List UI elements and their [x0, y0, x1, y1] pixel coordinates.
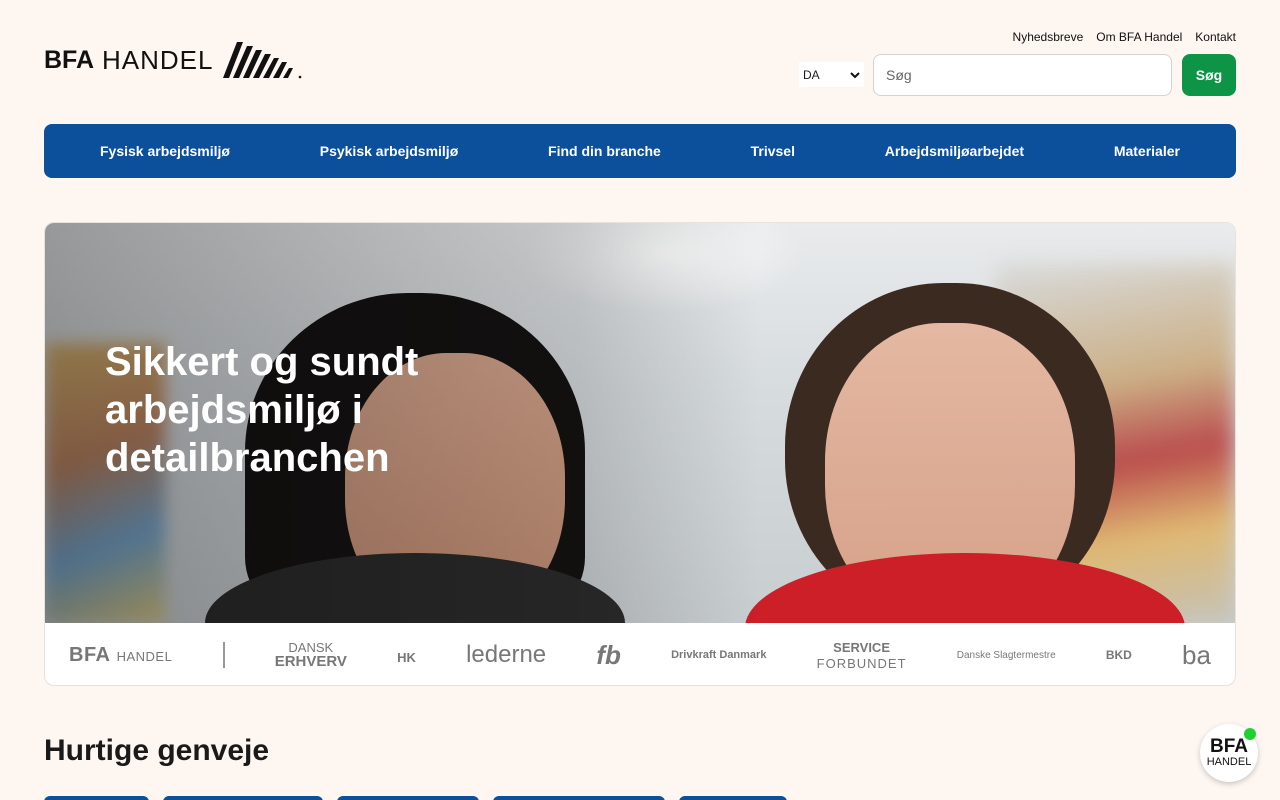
logo-stripes-icon [223, 42, 302, 79]
logo-bfa-text: BFA [44, 45, 94, 74]
hero-image: Sikkert og sundt arbejdsmiljø i detailbr… [45, 223, 1235, 623]
search-button[interactable]: Søg [1182, 54, 1236, 96]
language-value: DA [803, 67, 820, 82]
nav-item-fysisk[interactable]: Fysisk arbejdsmiljø [100, 143, 230, 159]
chat-bfa-text: BFA [1210, 736, 1248, 757]
main-nav: Fysisk arbejdsmiljø Psykisk arbejdsmiljø… [44, 124, 1236, 178]
partner-bkd-logo[interactable]: BKD [1106, 648, 1132, 662]
forbundet-text: FORBUNDET [816, 656, 907, 671]
shortcut-tab[interactable] [337, 796, 479, 800]
newsletter-link[interactable]: Nyhedsbreve [1013, 30, 1084, 44]
shortcut-tab[interactable] [679, 796, 787, 800]
logo-handel-text: HANDEL [102, 44, 214, 75]
partner-bfa-logo[interactable]: BFA HANDEL [69, 644, 172, 667]
nav-item-branche[interactable]: Find din branche [548, 143, 661, 159]
online-status-dot [1244, 728, 1256, 740]
partner-faellesforbundet-logo[interactable]: fb [596, 640, 621, 671]
hk-text: HK [397, 650, 416, 665]
hero-card: Sikkert og sundt arbejdsmiljø i detailbr… [44, 222, 1236, 686]
search-input[interactable] [873, 54, 1172, 96]
partner-dansk-erhverv-logo[interactable]: DANSK ERHVERV [274, 641, 347, 670]
partner-hk-logo[interactable]: HK [397, 642, 416, 668]
partner-bfa-text: BFA [69, 643, 111, 666]
partner-logos: BFA HANDEL DANSK ERHVERV HK lederne fb Dr… [45, 623, 1235, 685]
partner-divider [222, 642, 225, 668]
partner-ba-logo[interactable]: ba [1182, 640, 1211, 671]
partner-drivkraft-logo[interactable]: Drivkraft Danmark [671, 649, 766, 661]
chevron-down-icon [850, 71, 860, 78]
nav-item-materialer[interactable]: Materialer [1114, 143, 1180, 159]
nav-item-psykisk[interactable]: Psykisk arbejdsmiljø [320, 143, 459, 159]
shortcut-tab[interactable] [493, 796, 665, 800]
partner-serviceforbundet-logo[interactable]: SERVICE FORBUNDET [817, 638, 907, 672]
language-select[interactable]: DA [799, 62, 864, 87]
shortcut-tab[interactable] [163, 796, 323, 800]
partner-slagtermestre-logo[interactable]: Danske Slagtermestre [957, 650, 1056, 661]
shortcut-tab[interactable] [44, 796, 149, 800]
erhverv-text: ERHVERV [274, 653, 347, 670]
shortcuts-title: Hurtige genveje [44, 734, 270, 767]
shortcut-tabs [44, 796, 787, 800]
site-logo[interactable]: BFA HANDEL [44, 40, 303, 80]
nav-item-trivsel[interactable]: Trivsel [751, 143, 795, 159]
chat-button[interactable]: BFA HANDEL [1200, 724, 1258, 782]
service-text: SERVICE [833, 640, 890, 655]
nav-item-arbejdsmiljoarbejdet[interactable]: Arbejdsmiljøarbejdet [885, 143, 1024, 159]
hero-title: Sikkert og sundt arbejdsmiljø i detailbr… [105, 340, 419, 480]
contact-link[interactable]: Kontakt [1195, 30, 1236, 44]
partner-lederne-logo[interactable]: lederne [466, 641, 546, 669]
about-link[interactable]: Om BFA Handel [1096, 30, 1182, 44]
partner-handel-text: HANDEL [116, 648, 173, 664]
top-links: Nyhedsbreve Om BFA Handel Kontakt [1013, 30, 1236, 44]
chat-handel-text: HANDEL [1206, 756, 1252, 768]
